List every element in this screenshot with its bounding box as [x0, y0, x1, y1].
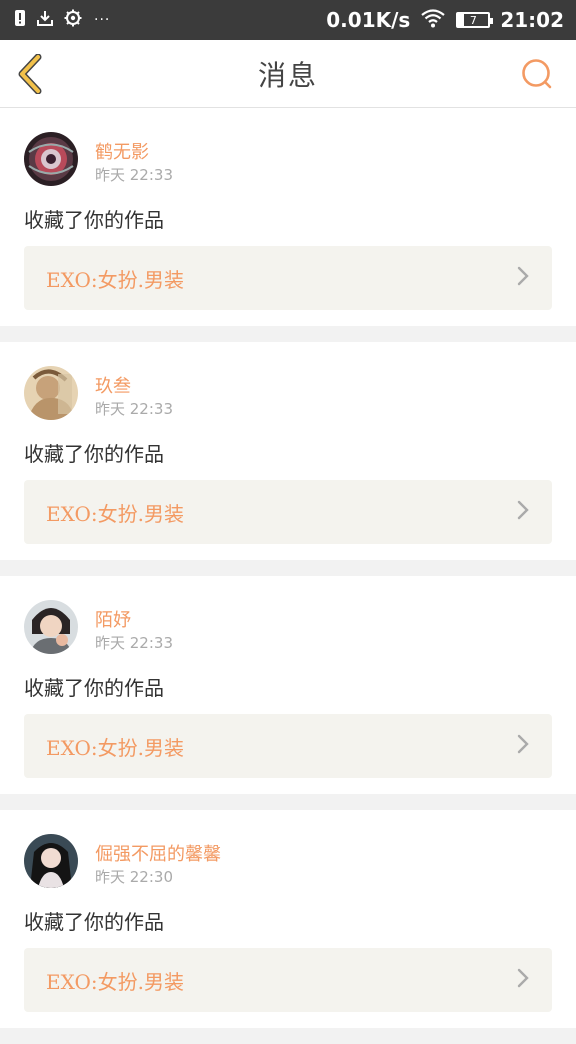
- clock: 21:02: [500, 8, 564, 32]
- network-speed: 0.01K/s: [326, 8, 411, 32]
- user-name[interactable]: 玖叁: [95, 372, 131, 398]
- action-text: 收藏了你的作品: [24, 676, 164, 700]
- status-bar: ··· 0.01K/s 7 21:02: [0, 0, 576, 40]
- chevron-right-icon: [516, 499, 530, 525]
- message-time: 昨天 22:30: [95, 868, 173, 886]
- work-link[interactable]: EXO:女扮.男装: [24, 714, 552, 778]
- message-card: 陌妤 昨天 22:33 收藏了你的作品 EXO:女扮.男装: [0, 576, 576, 794]
- avatar[interactable]: [24, 600, 78, 654]
- chevron-right-icon: [516, 733, 530, 759]
- search-icon[interactable]: [520, 58, 554, 92]
- chevron-right-icon: [516, 265, 530, 291]
- action-text: 收藏了你的作品: [24, 208, 164, 232]
- battery-icon: 7: [456, 12, 494, 28]
- status-left: ···: [14, 9, 110, 31]
- message-time: 昨天 22:33: [95, 400, 173, 418]
- user-name[interactable]: 鹤无影: [95, 138, 149, 164]
- work-link[interactable]: EXO:女扮.男装: [24, 948, 552, 1012]
- message-list: 鹤无影 昨天 22:33 收藏了你的作品 EXO:女扮.男装 玖叁 昨天 22:…: [0, 108, 576, 1044]
- settings-icon: [64, 9, 82, 31]
- user-name[interactable]: 陌妤: [95, 606, 131, 632]
- action-text: 收藏了你的作品: [24, 442, 164, 466]
- work-title: EXO:女扮.男装: [46, 501, 184, 526]
- message-time: 昨天 22:33: [95, 166, 173, 184]
- avatar[interactable]: [24, 366, 78, 420]
- more-dots-icon: ···: [94, 12, 111, 28]
- work-title: EXO:女扮.男装: [46, 969, 184, 994]
- message-card: 倔强不屈的馨馨 昨天 22:30 收藏了你的作品 EXO:女扮.男装: [0, 810, 576, 1028]
- page-title: 消息: [257, 58, 318, 92]
- work-link[interactable]: EXO:女扮.男装: [24, 246, 552, 310]
- status-right: 0.01K/s 7 21:02: [326, 8, 564, 33]
- chevron-left-icon[interactable]: [14, 54, 46, 94]
- action-text: 收藏了你的作品: [24, 910, 164, 934]
- avatar[interactable]: [24, 132, 78, 186]
- message-time: 昨天 22:33: [95, 634, 173, 652]
- download-icon: [36, 9, 54, 31]
- message-card: 玖叁 昨天 22:33 收藏了你的作品 EXO:女扮.男装: [0, 342, 576, 560]
- header-bar: 消息: [0, 40, 576, 108]
- alert-icon: [14, 9, 26, 31]
- chevron-right-icon: [516, 967, 530, 993]
- message-card: 鹤无影 昨天 22:33 收藏了你的作品 EXO:女扮.男装: [0, 108, 576, 326]
- wifi-icon: [420, 8, 446, 33]
- avatar[interactable]: [24, 834, 78, 888]
- work-title: EXO:女扮.男装: [46, 267, 184, 292]
- work-link[interactable]: EXO:女扮.男装: [24, 480, 552, 544]
- work-title: EXO:女扮.男装: [46, 735, 184, 760]
- battery-level: 7: [469, 13, 477, 27]
- user-name[interactable]: 倔强不屈的馨馨: [95, 840, 221, 866]
